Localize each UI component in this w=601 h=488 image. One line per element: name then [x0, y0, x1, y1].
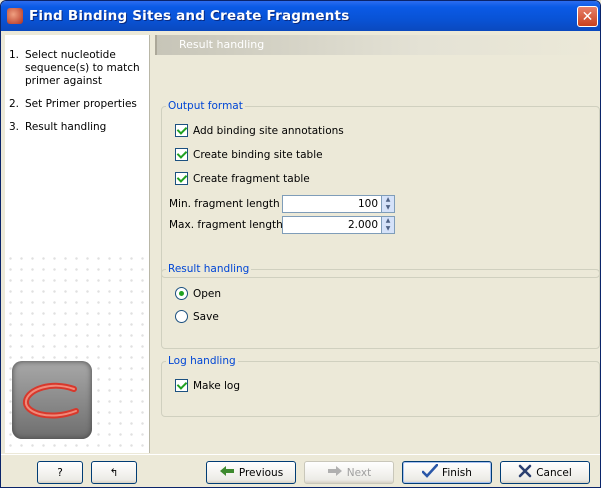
open-option[interactable]: Open — [175, 287, 221, 300]
output-format-legend: Output format — [168, 100, 243, 112]
spinner-up-icon[interactable]: ▲ — [382, 217, 394, 225]
binding-site-table-option[interactable]: Create binding site table — [175, 148, 323, 161]
step-item-result-handling: 3. Result handling — [9, 121, 107, 133]
output-format-group: Output format Add binding site annotatio… — [161, 100, 600, 278]
window-title: Find Binding Sites and Create Fragments — [29, 8, 350, 24]
next-button[interactable]: Next — [304, 461, 394, 484]
max-fragment-length-label: Max. fragment length — [169, 219, 283, 231]
fragment-table-checkbox[interactable] — [175, 172, 188, 185]
binding-site-table-checkbox[interactable] — [175, 148, 188, 161]
spinner-down-icon[interactable]: ▼ — [382, 204, 394, 212]
min-fragment-length-row: Min. fragment length ▲ ▼ — [169, 195, 395, 213]
help-button[interactable]: ? — [37, 461, 83, 484]
make-log-checkbox[interactable] — [175, 379, 188, 392]
arrow-right-icon — [327, 465, 343, 480]
checkmark-icon — [421, 463, 439, 481]
reset-button[interactable]: ↰ — [91, 461, 137, 484]
title-bar[interactable]: Find Binding Sites and Create Fragments … — [1, 1, 600, 31]
spinner-up-icon[interactable]: ▲ — [382, 196, 394, 204]
step-item-select-sequences: 1. Select nucleotide sequence(s) to matc… — [9, 49, 140, 87]
open-radio[interactable] — [175, 287, 188, 300]
save-option[interactable]: Save — [175, 310, 219, 323]
logo-icon — [12, 361, 92, 439]
max-fragment-length-input[interactable] — [282, 216, 382, 234]
add-annotations-option[interactable]: Add binding site annotations — [175, 124, 344, 137]
result-handling-group: Result handling Open Save — [161, 263, 600, 349]
app-icon — [7, 8, 23, 24]
reset-icon: ↰ — [109, 466, 119, 479]
section-header: Result handling — [155, 35, 600, 55]
save-radio[interactable] — [175, 310, 188, 323]
min-fragment-length-input[interactable] — [282, 195, 382, 213]
fragment-table-option[interactable]: Create fragment table — [175, 172, 310, 185]
result-handling-legend: Result handling — [168, 263, 250, 275]
wizard-steps-panel: 1. Select nucleotide sequence(s) to matc… — [5, 35, 150, 453]
button-bar: ? ↰ Previous Next Finish Cancel — [1, 454, 600, 487]
step-item-primer-properties: 2. Set Primer properties — [9, 98, 137, 110]
log-handling-group: Log handling Make log — [161, 355, 600, 417]
max-fragment-length-stepper[interactable]: ▲ ▼ — [282, 216, 395, 234]
add-annotations-checkbox[interactable] — [175, 124, 188, 137]
cancel-button[interactable]: Cancel — [500, 461, 590, 484]
finish-button[interactable]: Finish — [402, 461, 492, 484]
spinner-down-icon[interactable]: ▼ — [382, 225, 394, 233]
arrow-left-icon — [219, 465, 235, 480]
min-fragment-length-label: Min. fragment length — [169, 198, 280, 210]
previous-button[interactable]: Previous — [206, 461, 296, 484]
make-log-option[interactable]: Make log — [175, 379, 240, 392]
log-handling-legend: Log handling — [168, 355, 236, 367]
dialog-window: Find Binding Sites and Create Fragments … — [0, 0, 601, 488]
max-fragment-length-row: Max. fragment length ▲ ▼ — [169, 216, 395, 234]
min-fragment-length-stepper[interactable]: ▲ ▼ — [282, 195, 395, 213]
close-icon[interactable]: ✕ — [577, 6, 598, 27]
x-icon — [518, 464, 532, 481]
main-content: Result handling Output format Add bindin… — [155, 35, 600, 453]
